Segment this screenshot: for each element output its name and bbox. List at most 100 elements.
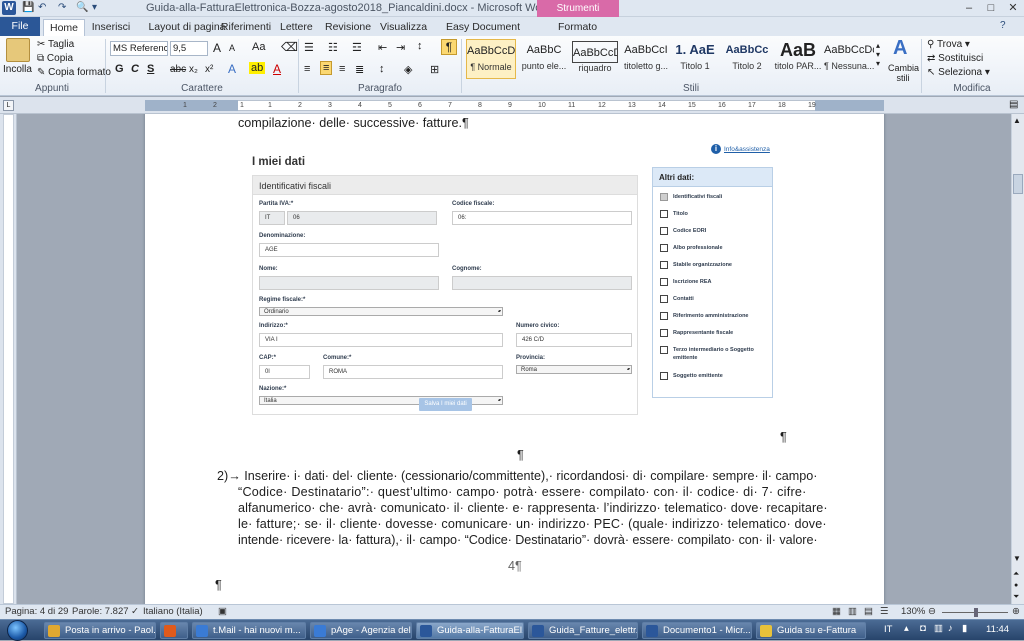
- undo-icon[interactable]: ↶: [38, 1, 46, 15]
- word-logo-icon[interactable]: W: [2, 1, 16, 15]
- taskbar-button[interactable]: Posta in arrivo - Paol...: [44, 622, 156, 639]
- tray-power-icon[interactable]: ▮: [962, 623, 967, 634]
- tab-lettere[interactable]: Lettere: [280, 19, 313, 36]
- taskbar-button[interactable]: t.Mail - hai nuovi m...: [192, 622, 306, 639]
- browse-object-icon[interactable]: ●: [1014, 582, 1018, 589]
- italic-button[interactable]: C: [131, 63, 139, 75]
- align-right-icon[interactable]: ≡: [339, 63, 345, 75]
- scroll-thumb[interactable]: [1013, 174, 1023, 194]
- view-ruler-icon[interactable]: ▤: [1009, 99, 1018, 110]
- line-spacing-icon[interactable]: ↕: [379, 63, 385, 75]
- increase-indent-icon[interactable]: ⇥: [396, 41, 405, 54]
- document-area[interactable]: compilazione· delle· successive· fatture…: [17, 114, 1011, 604]
- scroll-down-icon[interactable]: ▼: [1013, 554, 1021, 563]
- style-titolo-par[interactable]: AaB titolo PAR...: [773, 39, 823, 79]
- taskbar-button[interactable]: pAge - Agenzia dell...: [310, 622, 412, 639]
- next-page-icon[interactable]: ⏷: [1013, 592, 1019, 602]
- format-painter-button[interactable]: ✎ Copia formato: [37, 67, 111, 78]
- multilevel-list-icon[interactable]: ☲: [352, 41, 362, 54]
- zoom-slider-thumb[interactable]: [974, 608, 978, 617]
- tray-shield-icon[interactable]: ◘: [920, 623, 926, 634]
- font-size-combo[interactable]: 9,5: [170, 41, 208, 56]
- strikethrough-button[interactable]: abc: [170, 64, 186, 75]
- vertical-ruler[interactable]: [0, 114, 17, 604]
- view-web-icon[interactable]: ▤: [864, 606, 873, 617]
- text-effects-icon[interactable]: A: [228, 62, 236, 76]
- paste-button[interactable]: Incolla: [3, 64, 32, 75]
- bold-button[interactable]: G: [115, 63, 124, 75]
- language-indicator[interactable]: IT: [884, 624, 892, 635]
- style-riquadro[interactable]: AaBbCcD riquadro: [570, 39, 620, 79]
- style-titoletto[interactable]: AaBbCcI titoletto g...: [621, 39, 671, 79]
- numbering-icon[interactable]: ☷: [328, 41, 338, 54]
- font-name-combo[interactable]: MS Reference: [110, 41, 168, 56]
- clear-format-icon[interactable]: ⌫: [281, 40, 298, 54]
- taskbar-button[interactable]: Documento1 - Micr...: [642, 622, 752, 639]
- maximize-button[interactable]: □: [982, 1, 1000, 15]
- tab-file[interactable]: File: [0, 17, 40, 36]
- tab-visualizza[interactable]: Visualizza: [380, 19, 427, 36]
- highlight-icon[interactable]: ab: [249, 62, 266, 74]
- align-left-icon[interactable]: ≡: [304, 63, 310, 75]
- embedded-screenshot[interactable]: I miei dati Info&assistenza Identificati…: [249, 140, 789, 448]
- underline-button[interactable]: S: [147, 63, 154, 75]
- redo-icon[interactable]: ↷: [58, 1, 66, 15]
- close-button[interactable]: ✕: [1004, 1, 1022, 15]
- view-outline-icon[interactable]: ☰: [880, 606, 889, 617]
- change-case-button[interactable]: Aa: [252, 41, 265, 53]
- tab-formato[interactable]: Formato: [550, 19, 605, 36]
- style-nessuna[interactable]: AaBbCcDc ¶ Nessuna...: [824, 39, 874, 79]
- styles-scroll-icon[interactable]: ▴ ▾ ▾: [876, 41, 880, 68]
- style-normale[interactable]: AaBbCcDc ¶ Normale: [466, 39, 516, 79]
- find-button[interactable]: ⚲ Trova ▾: [927, 39, 970, 50]
- tab-easy-document-creator[interactable]: Easy Document Creator: [435, 19, 531, 50]
- view-fullscreen-icon[interactable]: ▥: [848, 606, 857, 617]
- tab-selector-icon[interactable]: L: [3, 100, 14, 111]
- font-color-icon[interactable]: A: [273, 62, 281, 76]
- zoom-level[interactable]: 130%: [901, 606, 925, 617]
- clock[interactable]: 11:44: [986, 624, 1009, 635]
- justify-icon[interactable]: ≣: [355, 63, 364, 76]
- taskbar-button[interactable]: Guida_Fatture_elettr...: [528, 622, 638, 639]
- language[interactable]: Italiano (Italia): [143, 606, 203, 617]
- tab-home[interactable]: Home: [43, 19, 85, 36]
- quick-access-menu-icon[interactable]: ▾: [92, 1, 97, 15]
- taskbar-button[interactable]: Guida su e-Fattura: [756, 622, 866, 639]
- sort-icon[interactable]: ↕: [417, 40, 423, 52]
- minimize-button[interactable]: –: [960, 1, 978, 15]
- style-titolo-2[interactable]: AaBbCc Titolo 2: [722, 39, 772, 79]
- tab-riferimenti[interactable]: Riferimenti: [220, 19, 272, 36]
- borders-icon[interactable]: ⊞: [430, 63, 439, 76]
- change-styles-button[interactable]: Cambia stili: [888, 63, 919, 83]
- decrease-indent-icon[interactable]: ⇤: [378, 41, 387, 54]
- change-styles-icon[interactable]: A: [893, 37, 907, 60]
- zoom-in-icon[interactable]: ⊕: [1012, 606, 1020, 617]
- tab-revisione[interactable]: Revisione: [325, 19, 371, 36]
- shading-icon[interactable]: ◈: [404, 63, 412, 76]
- print-preview-icon[interactable]: 🔍: [76, 1, 88, 15]
- word-count[interactable]: Parole: 7.827: [72, 606, 129, 617]
- macro-icon[interactable]: ▣: [218, 606, 227, 617]
- tray-volume-icon[interactable]: ♪: [948, 623, 953, 634]
- show-formatting-button[interactable]: ¶: [441, 39, 457, 55]
- save-icon[interactable]: 💾: [22, 1, 34, 15]
- superscript-button[interactable]: x²: [205, 64, 213, 75]
- tray-up-icon[interactable]: ▴: [904, 623, 909, 634]
- scroll-up-icon[interactable]: ▲: [1013, 116, 1021, 125]
- style-titolo-1[interactable]: 1. AaE Titolo 1: [670, 39, 720, 79]
- paste-icon[interactable]: [6, 38, 30, 62]
- style-punto-elenco[interactable]: AaBbC punto ele...: [519, 39, 569, 79]
- document-page[interactable]: compilazione· delle· successive· fatture…: [145, 114, 884, 604]
- copy-button[interactable]: ⧉ Copia: [37, 53, 73, 64]
- taskbar-button[interactable]: [160, 622, 188, 639]
- start-button[interactable]: [7, 620, 28, 641]
- horizontal-ruler[interactable]: L 1 2 1 1 2 3 4 5 6 7 8 9 10 11 12 13 14…: [0, 97, 1024, 114]
- replace-button[interactable]: ⇄ Sostituisci: [927, 53, 983, 64]
- page-count[interactable]: Pagina: 4 di 29: [5, 606, 68, 617]
- tray-network-icon[interactable]: ▥: [934, 623, 943, 634]
- cut-button[interactable]: ✂ Taglia: [37, 39, 74, 50]
- tab-inserisci[interactable]: Inserisci: [88, 19, 134, 36]
- help-icon[interactable]: ?: [1000, 20, 1006, 31]
- select-button[interactable]: ↖ Seleziona ▾: [927, 67, 990, 78]
- align-center-icon[interactable]: ≡: [320, 61, 333, 75]
